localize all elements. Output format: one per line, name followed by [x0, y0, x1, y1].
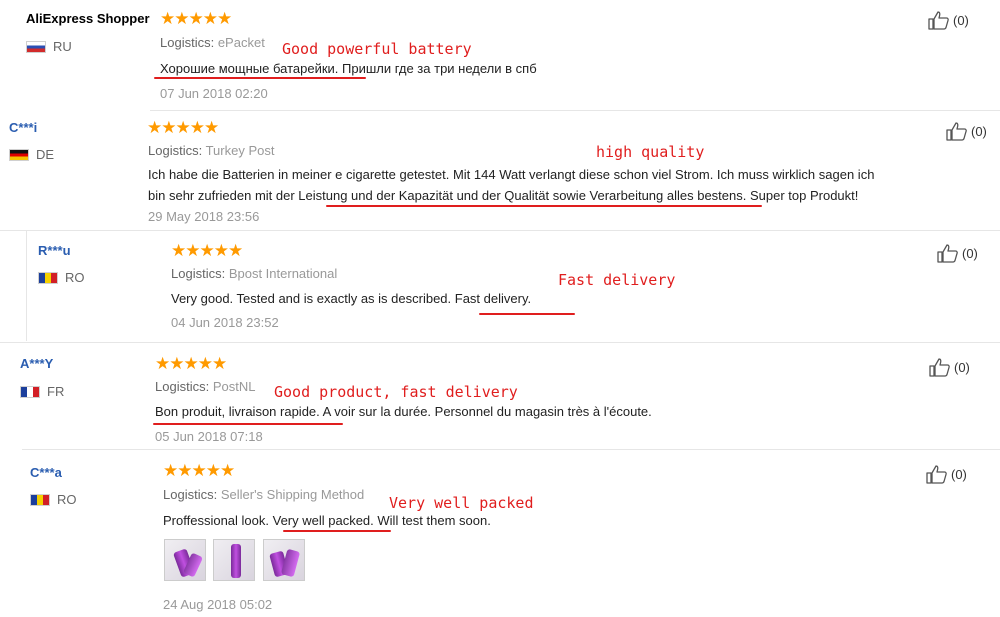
review-text-line: bin sehr zufrieden mit der Leistung und … [148, 185, 874, 206]
logistics-method: Turkey Post [205, 143, 275, 158]
star-rating: ★★★★★ [155, 354, 227, 373]
reviewer-name[interactable]: C***i [9, 120, 37, 135]
helpful-button[interactable]: (0) [929, 357, 970, 377]
logistics-label: Logistics: [155, 379, 210, 394]
thumbs-up-icon [937, 244, 958, 263]
thumbs-up-icon [926, 465, 947, 484]
review-date: 07 Jun 2018 02:20 [160, 86, 268, 101]
review-text-line: Ich habe die Batterien in meiner e cigar… [148, 167, 875, 182]
reviewer-name[interactable]: A***Y [20, 356, 53, 371]
country-code: RO [57, 492, 77, 507]
logistics-info: Logistics: Turkey Post [148, 143, 274, 158]
review-text-highlight: Fast delivery. [454, 291, 532, 306]
reviewer-country: FR [20, 384, 64, 399]
battery-image [280, 548, 301, 578]
logistics-label: Logistics: [160, 35, 215, 50]
flag-ro-icon [30, 493, 50, 506]
logistics-info: Logistics: Bpost International [171, 266, 337, 281]
review-card: A***Y FR ★★★★★ Logistics: PostNL Good pr… [0, 343, 1000, 449]
review-text: Bon produit, livraison rapide. A voir su… [155, 401, 652, 422]
review-text-part: alles bestens. Super top Produkt! [663, 188, 859, 203]
logistics-method: Seller's Shipping Method [220, 487, 365, 502]
logistics-method: ePacket [217, 35, 265, 50]
review-date: 05 Jun 2018 07:18 [155, 429, 263, 444]
thumbs-up-icon [946, 122, 967, 141]
review-text-highlight: Bon produit, livraison rapide. [155, 404, 320, 419]
review-text-part: Пришли где за три недели в спб [338, 61, 537, 76]
country-code: RU [53, 39, 72, 54]
reviewer-name[interactable]: AliExpress Shopper [26, 11, 150, 26]
review-card: C***i DE ★★★★★ Logistics: Turkey Post hi… [0, 111, 1000, 229]
reviewer-name[interactable]: R***u [38, 243, 71, 258]
review-date: 24 Aug 2018 05:02 [163, 597, 273, 612]
review-photo[interactable] [213, 539, 255, 581]
helpful-count: (0) [962, 245, 978, 261]
annotation-text: high quality [596, 143, 705, 161]
annotation-underline [154, 77, 366, 79]
review-text: Ich habe die Batterien in meiner e cigar… [148, 164, 874, 206]
review-text-part: A voir sur la durée. Personnel du magasi… [319, 404, 652, 419]
review-card: C***a RO ★★★★★ Logistics: Seller's Shipp… [0, 450, 1000, 617]
annotation-text: Good powerful battery [282, 40, 472, 58]
helpful-button[interactable]: (0) [937, 243, 978, 263]
review-date: 04 Jun 2018 23:52 [171, 315, 279, 330]
logistics-label: Logistics: [163, 487, 218, 502]
helpful-button[interactable]: (0) [946, 121, 987, 141]
review-date: 29 May 2018 23:56 [148, 209, 260, 224]
review-text-highlight: Very well packed. [272, 513, 374, 528]
review-text: Very good. Tested and is exactly as is d… [171, 288, 531, 309]
reviewer-country: DE [9, 147, 54, 162]
flag-ru-icon [26, 40, 46, 53]
star-rating: ★★★★★ [160, 9, 232, 28]
reviewer-country: RU [26, 39, 72, 54]
reviewer-country: RO [38, 270, 85, 285]
annotation-underline [283, 530, 391, 532]
country-code: FR [47, 384, 65, 399]
battery-image [231, 544, 241, 578]
helpful-count: (0) [951, 466, 967, 482]
review-text: Хорошие мощные батарейки. Пришли где за … [160, 58, 537, 79]
review-card: AliExpress Shopper RU ★★★★★ Logistics: e… [20, 0, 1000, 110]
flag-ro-icon [38, 271, 58, 284]
helpful-count: (0) [971, 123, 987, 139]
annotation-text: Good product, fast delivery [274, 383, 518, 401]
annotation-text: Fast delivery [558, 271, 676, 289]
review-photo[interactable] [164, 539, 206, 581]
review-text-part: Very good. Tested and is exactly as is d… [171, 291, 455, 306]
review-text-highlight: Хорошие мощные батарейки. [160, 61, 339, 76]
reviewer-name[interactable]: C***a [30, 465, 62, 480]
review-text: Proffessional look. Very well packed. Wi… [163, 510, 491, 531]
thumbs-up-icon [929, 358, 950, 377]
country-code: RO [65, 270, 85, 285]
review-card: R***u RO ★★★★★ Logistics: Bpost Internat… [27, 231, 1000, 341]
star-rating: ★★★★★ [171, 241, 243, 260]
helpful-button[interactable]: (0) [928, 10, 969, 30]
flag-fr-icon [20, 385, 40, 398]
review-text-part: bin sehr zufrieden mit der [148, 188, 299, 203]
review-text-highlight: Leistung und der Kapazität und der Quali… [298, 188, 664, 203]
annotation-underline [326, 205, 762, 207]
review-text-part: Will test them soon. [373, 513, 491, 528]
country-code: DE [36, 147, 55, 162]
star-rating: ★★★★★ [147, 118, 219, 137]
logistics-method: Bpost International [228, 266, 338, 281]
flag-de-icon [9, 148, 29, 161]
helpful-count: (0) [954, 359, 970, 375]
star-rating: ★★★★★ [163, 461, 235, 480]
logistics-label: Logistics: [148, 143, 203, 158]
logistics-info: Logistics: ePacket [160, 35, 265, 50]
thumbs-up-icon [928, 11, 949, 30]
annotation-underline [153, 423, 343, 425]
review-photo[interactable] [263, 539, 305, 581]
logistics-method: PostNL [212, 379, 256, 394]
review-text-part: Proffessional look. [163, 513, 273, 528]
annotation-underline [479, 313, 575, 315]
logistics-info: Logistics: Seller's Shipping Method [163, 487, 364, 502]
helpful-count: (0) [953, 12, 969, 28]
logistics-label: Logistics: [171, 266, 226, 281]
helpful-button[interactable]: (0) [926, 464, 967, 484]
logistics-info: Logistics: PostNL [155, 379, 255, 394]
reviewer-country: RO [30, 492, 77, 507]
